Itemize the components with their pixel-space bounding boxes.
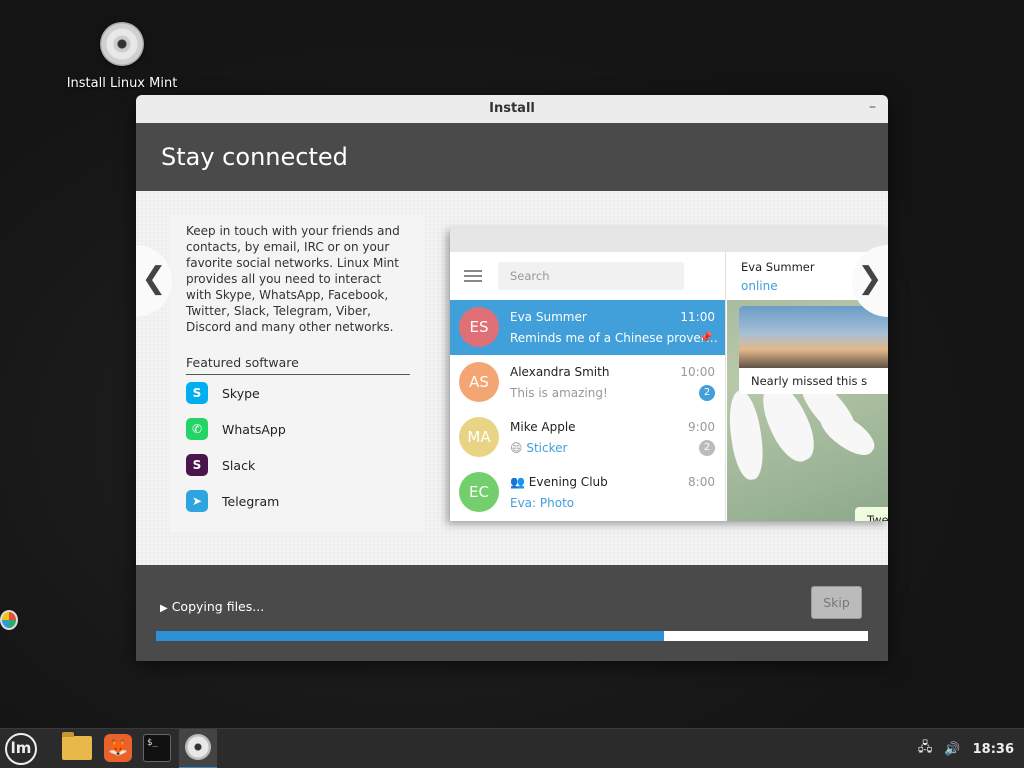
chat-row: ES Eva Summer 11:00 Reminds me of a Chinese… bbox=[450, 300, 725, 355]
telegram-titlebar bbox=[450, 228, 888, 252]
pin-icon: 📌 bbox=[699, 331, 713, 344]
menu-icon bbox=[464, 270, 482, 282]
photo-caption: Nearly missed this s bbox=[751, 374, 868, 388]
featured-app-whatsapp: ✆ WhatsApp bbox=[186, 411, 408, 447]
chat-message: Reminds me of a Chinese prover… bbox=[510, 331, 718, 345]
taskbar: lm 🦊 $_ 🖧 🔊 18:36 bbox=[0, 728, 1024, 768]
network-icon[interactable]: 🖧 bbox=[918, 738, 933, 760]
slide-description: Keep in touch with your friends and cont… bbox=[186, 224, 400, 334]
reply-message: Twe bbox=[855, 507, 888, 521]
chat-message: This is amazing! bbox=[510, 386, 608, 400]
window-title: Install bbox=[489, 101, 535, 116]
chat-row: AS Alexandra Smith 10:00 This is amazing! 2 bbox=[450, 355, 725, 410]
chat-name-text: Evening Club bbox=[528, 475, 608, 489]
featured-app-label: Skype bbox=[222, 385, 260, 401]
chat-message-text: Eva: Photo bbox=[510, 496, 575, 510]
avatar: MA bbox=[459, 417, 499, 457]
whatsapp-icon: ✆ bbox=[186, 418, 208, 440]
emoji: 😄 bbox=[510, 441, 523, 455]
chat-row: MA Mike Apple 9:00 😄 Sticker 2 bbox=[450, 410, 725, 465]
chrome-orb-icon[interactable] bbox=[0, 610, 18, 630]
page-title: Stay connected bbox=[161, 143, 348, 171]
taskbar-install-window[interactable] bbox=[179, 729, 217, 768]
photo-message: Nearly missed this s bbox=[739, 306, 888, 394]
unread-badge: 2 bbox=[699, 385, 715, 401]
expander-triangle-icon[interactable]: ▶ bbox=[160, 603, 168, 614]
chat-name-text: Eva Summer bbox=[510, 310, 587, 324]
featured-app-slack: S Slack bbox=[186, 447, 408, 483]
telegram-icon: ➤ bbox=[186, 490, 208, 512]
featured-app-label: WhatsApp bbox=[222, 421, 286, 437]
chat-message: Eva: Photo bbox=[510, 496, 574, 510]
chat-message: 😄 Sticker bbox=[510, 441, 567, 455]
telegram-search-row: Search bbox=[450, 252, 725, 300]
minimize-button[interactable]: – bbox=[869, 99, 876, 115]
slide-header: Stay connected bbox=[136, 123, 888, 191]
unread-badge: 2 bbox=[699, 440, 715, 456]
avatar: EC bbox=[459, 472, 499, 512]
firefox-icon[interactable]: 🦊 bbox=[104, 734, 132, 762]
sunset-photo bbox=[739, 306, 888, 368]
chat-time: 10:00 bbox=[680, 365, 715, 379]
chat-time: 8:00 bbox=[688, 475, 715, 489]
disc-icon bbox=[100, 22, 144, 66]
system-tray: 🖧 🔊 18:36 bbox=[906, 729, 1014, 768]
chat-name-text: Alexandra Smith bbox=[510, 365, 610, 379]
featured-app-telegram: ➤ Telegram bbox=[186, 483, 408, 519]
chat-name: 👥 Evening Club bbox=[510, 475, 608, 489]
chat-name-text: Mike Apple bbox=[510, 420, 576, 434]
group-icon: 👥 bbox=[510, 475, 529, 489]
text-panel: Keep in touch with your friends and cont… bbox=[170, 215, 424, 533]
chat-row: EC 👥 Evening Club 8:00 Eva: Photo bbox=[450, 465, 725, 520]
chat-message-text: This is amazing! bbox=[510, 386, 608, 400]
terminal-icon[interactable]: $_ bbox=[143, 734, 171, 762]
slack-icon: S bbox=[186, 454, 208, 476]
desktop-icon-label: Install Linux Mint bbox=[66, 76, 178, 91]
install-linux-mint-desktop-icon[interactable]: Install Linux Mint bbox=[62, 22, 182, 91]
chat-message-text: Sticker bbox=[526, 441, 568, 455]
chat-name: Eva Summer bbox=[510, 310, 587, 324]
chat-name: Mike Apple bbox=[510, 420, 576, 434]
telegram-screenshot: Search ES Eva Summer 11:00 Reminds me of a … bbox=[450, 228, 888, 521]
disc-icon bbox=[185, 734, 211, 760]
installer-footer: ▶ Copying files... Skip bbox=[136, 565, 888, 661]
progress-fill bbox=[156, 631, 664, 641]
progress-bar bbox=[156, 631, 868, 641]
titlebar[interactable]: Install – bbox=[136, 95, 888, 123]
skype-icon: S bbox=[186, 382, 208, 404]
status-text: Copying files... bbox=[171, 599, 265, 614]
install-window: Install – Stay connected Keep in touch w… bbox=[136, 95, 888, 661]
clock[interactable]: 18:36 bbox=[973, 742, 1014, 757]
featured-apps-list: S Skype ✆ WhatsApp S Slack ➤ Telegram bbox=[186, 375, 408, 519]
avatar: AS bbox=[459, 362, 499, 402]
featured-app-label: Telegram bbox=[222, 493, 280, 509]
avatar: ES bbox=[459, 307, 499, 347]
featured-app-label: Slack bbox=[222, 457, 256, 473]
featured-app-skype: S Skype bbox=[186, 375, 408, 411]
skip-button[interactable]: Skip bbox=[811, 586, 862, 619]
files-folder-icon[interactable] bbox=[62, 732, 92, 760]
chat-name: Alexandra Smith bbox=[510, 365, 609, 379]
slideshow: Keep in touch with your friends and cont… bbox=[136, 191, 888, 565]
volume-icon[interactable]: 🔊 bbox=[944, 742, 960, 757]
install-status[interactable]: ▶ Copying files... bbox=[160, 599, 264, 614]
mint-menu-icon[interactable]: lm bbox=[5, 733, 37, 765]
chat-time: 11:00 bbox=[680, 310, 715, 324]
featured-software-title: Featured software bbox=[186, 355, 410, 375]
chat-message-text: Reminds me of a Chinese prover… bbox=[510, 331, 718, 345]
telegram-search-field: Search bbox=[498, 262, 684, 290]
chat-time: 9:00 bbox=[688, 420, 715, 434]
telegram-chat-list: Search ES Eva Summer 11:00 Reminds me of a … bbox=[450, 252, 726, 521]
flower-petal bbox=[727, 388, 768, 482]
